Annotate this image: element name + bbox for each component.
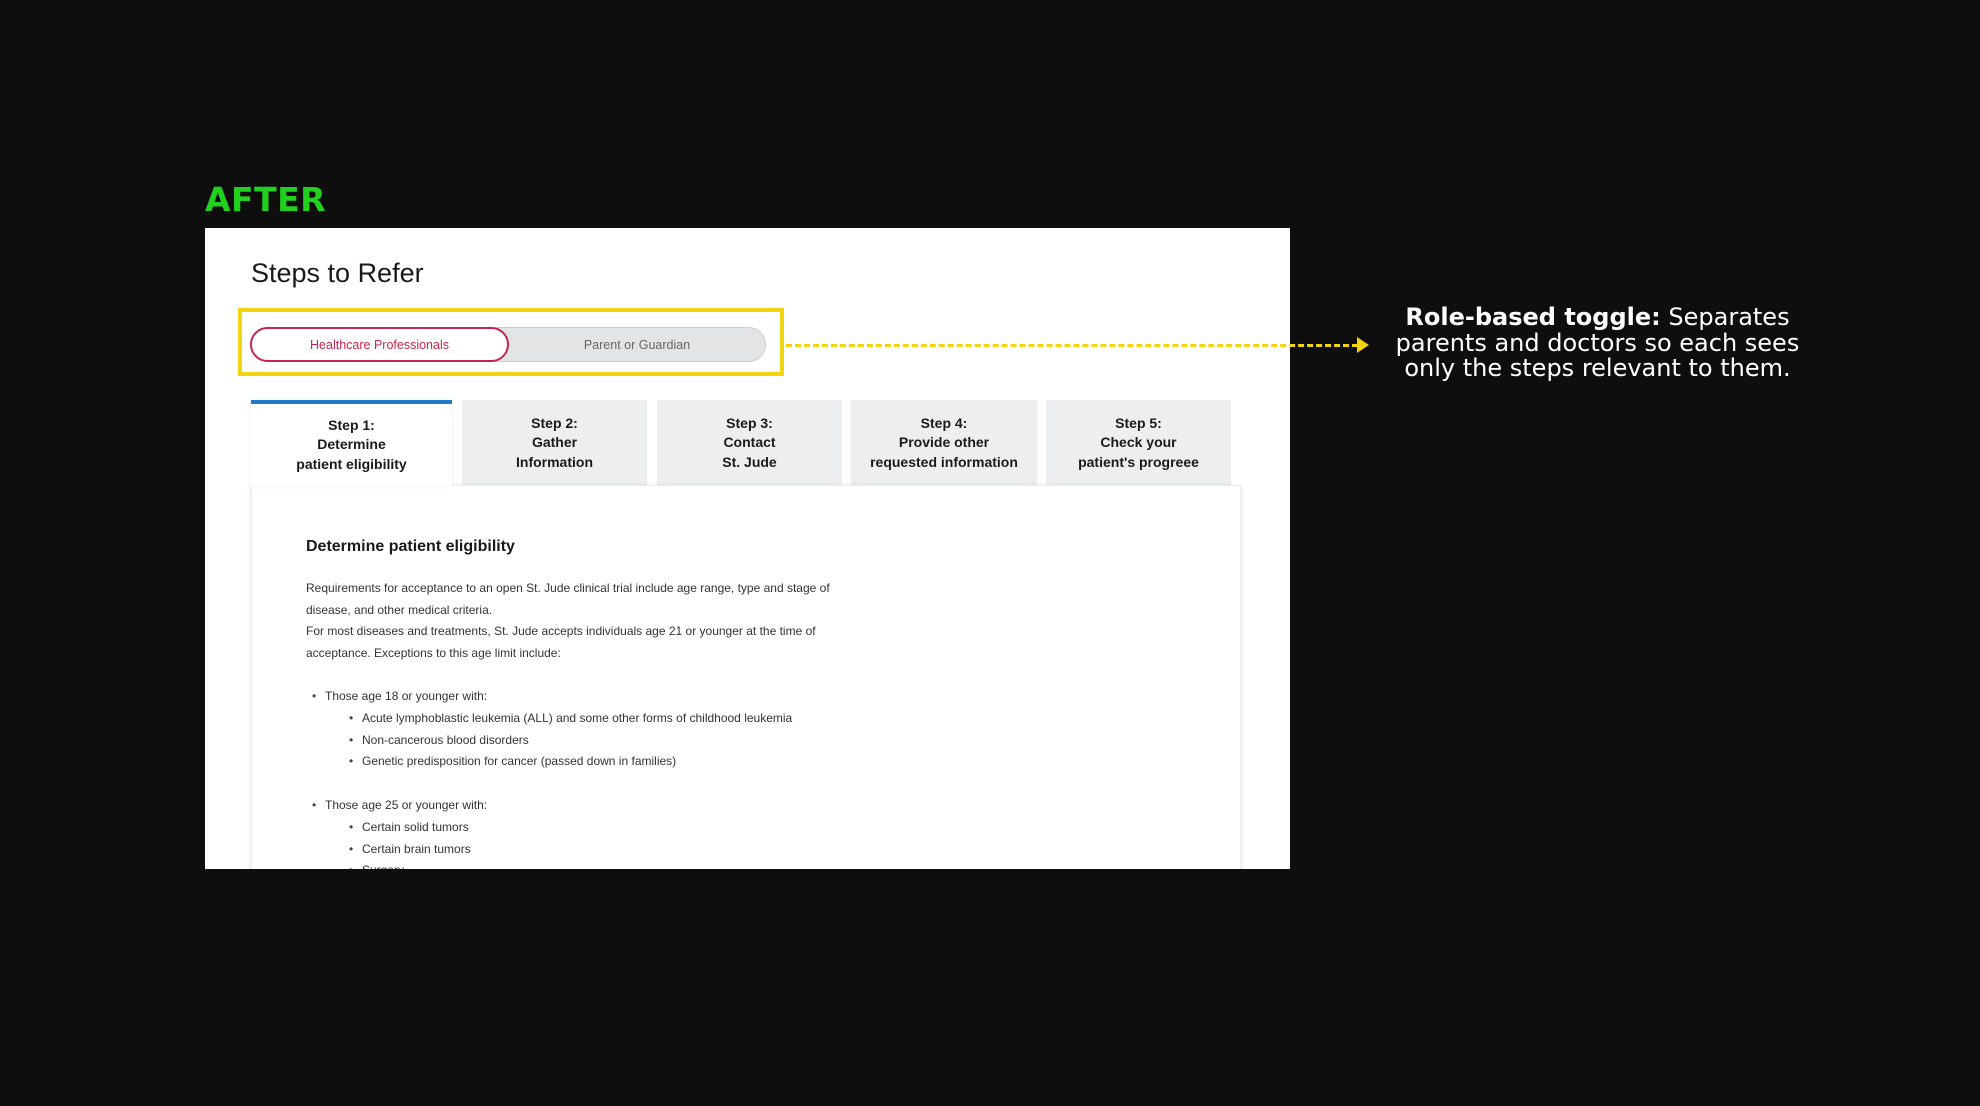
page-title: Steps to Refer [251, 258, 424, 288]
list-item: Surgery [343, 860, 487, 869]
annotation-arrow-line [786, 344, 1358, 347]
tab-step-3-line2: Contact [723, 434, 776, 451]
eligibility-group-1: Those age 18 or younger with: Acute lymp… [306, 686, 792, 773]
tab-step-3-line3: St. Jude [722, 453, 777, 470]
tab-step-2[interactable]: Step 2: Gather Information [462, 400, 647, 486]
tab-step-2-line2: Gather [531, 434, 578, 451]
tab-step-4-line1: Step 4: [920, 414, 968, 431]
group-1-label: Those age 18 or younger with: [325, 689, 488, 703]
content-heading: Determine patient eligibility [306, 538, 515, 555]
tab-step-1-line1: Step 1: [328, 416, 375, 433]
annotation-text: Role-based toggle: Separates parents and… [1370, 303, 1825, 382]
tab-step-1-line3: patient eligibility [296, 455, 407, 472]
tab-step-5-line2: Check your [1100, 434, 1177, 451]
tab-step-4-line3: requested information [870, 453, 1018, 470]
content-paragraph-2: For most diseases and treatments, St. Ju… [306, 624, 816, 660]
tab-step-5-line3: patient's progreee [1078, 453, 1199, 470]
tab-step-1-line2: Determine [317, 436, 386, 453]
after-label: AFTER [205, 180, 327, 219]
content-paragraph-1: Requirements for acceptance to an open S… [306, 581, 830, 617]
tab-step-3-line1: Step 3: [726, 414, 773, 431]
list-item: Non-cancerous blood disorders [343, 730, 792, 752]
list-item: Certain brain tumors [343, 839, 487, 861]
tab-step-5[interactable]: Step 5: Check your patient's progreee [1046, 400, 1231, 486]
list-item: Certain solid tumors [343, 817, 487, 839]
list-item: Those age 25 or younger with: Certain so… [306, 795, 487, 869]
group-2-label: Those age 25 or younger with: [325, 798, 488, 812]
toggle-highlight-box [238, 308, 784, 376]
list-item: Those age 18 or younger with: Acute lymp… [306, 686, 792, 773]
annotation-bold: Role-based toggle: [1405, 303, 1661, 331]
tab-step-2-line3: Information [516, 453, 593, 470]
list-item: Genetic predisposition for cancer (passe… [343, 751, 792, 773]
tab-step-2-line1: Step 2: [531, 414, 578, 431]
tab-step-4-line2: Provide other [898, 434, 990, 451]
step-content-card: Determine patient eligibility Requiremen… [251, 485, 1241, 869]
tab-step-3[interactable]: Step 3: Contact St. Jude [657, 400, 842, 486]
screenshot-panel: Steps to Refer Parent or Guardian Health… [205, 228, 1290, 869]
arrow-right-icon [1357, 337, 1369, 353]
eligibility-group-2: Those age 25 or younger with: Certain so… [306, 795, 487, 869]
tab-step-4[interactable]: Step 4: Provide other requested informat… [851, 400, 1037, 486]
list-item: Acute lymphoblastic leukemia (ALL) and s… [343, 708, 792, 730]
tab-step-5-line1: Step 5: [1115, 414, 1162, 431]
tab-step-1[interactable]: Step 1: Determine patient eligibility [251, 400, 452, 486]
